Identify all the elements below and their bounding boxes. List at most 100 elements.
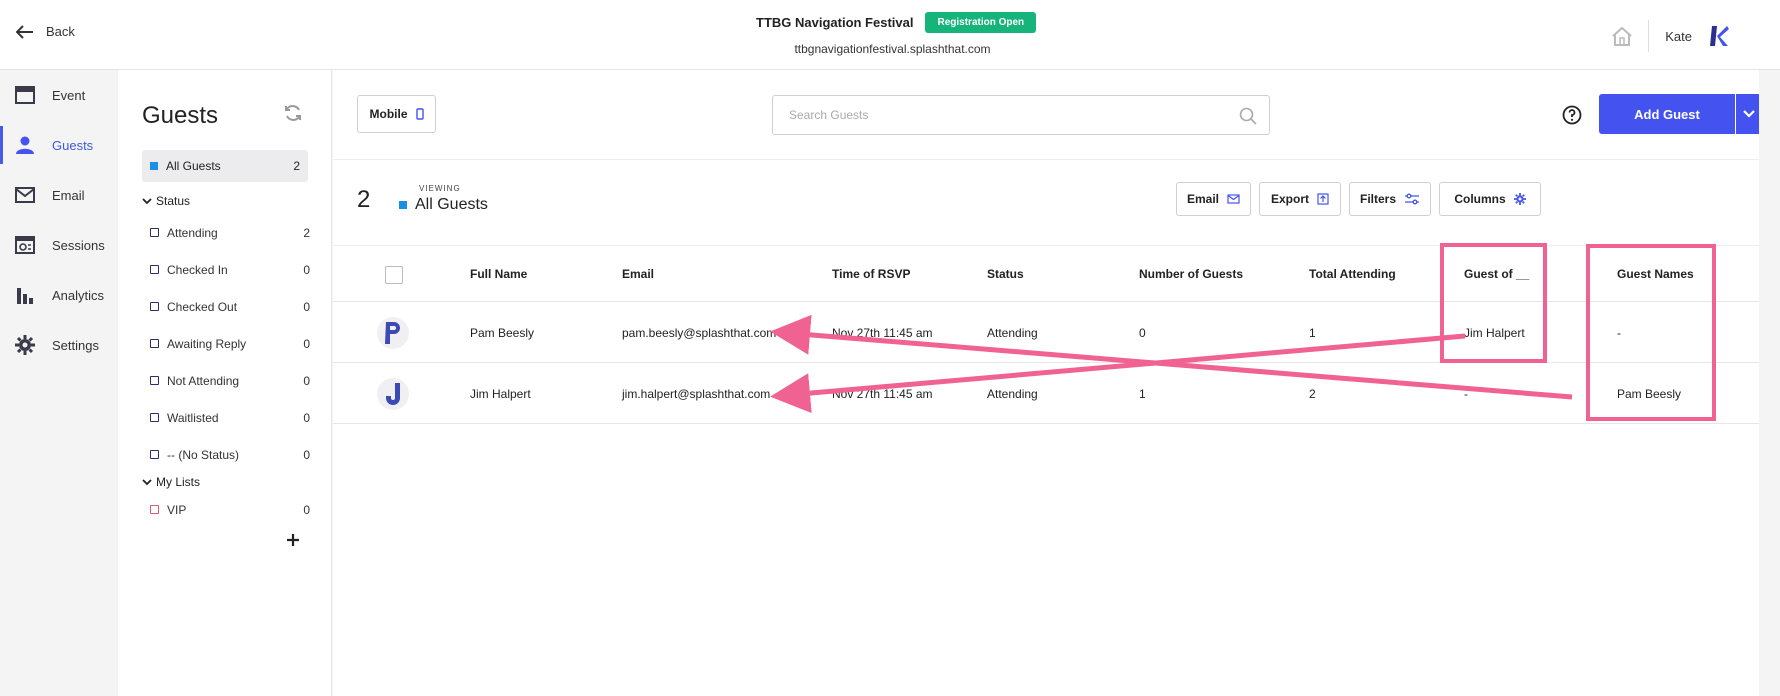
- filters-button[interactable]: Filters: [1349, 182, 1431, 216]
- cell-status: Attending: [987, 326, 1038, 340]
- cell-rsvp-time: Nov 27th 11:45 am: [832, 326, 933, 340]
- status-checkbox[interactable]: [150, 413, 159, 422]
- my-lists-section-toggle[interactable]: My Lists: [142, 475, 200, 489]
- sidebar-item-label: Checked In: [167, 262, 228, 277]
- cell-number-of-guests: 0: [1139, 326, 1146, 340]
- sidebar-item-checked-out[interactable]: Checked Out 0: [150, 288, 310, 325]
- select-all-checkbox[interactable]: [385, 266, 403, 284]
- email-button[interactable]: Email: [1176, 182, 1251, 216]
- sidebar-item-awaiting-reply[interactable]: Awaiting Reply 0: [150, 325, 310, 362]
- status-badge[interactable]: Registration Open: [925, 12, 1037, 33]
- column-header-time-of-rsvp[interactable]: Time of RSVP: [832, 247, 910, 302]
- sidebar-item-count: 0: [303, 262, 310, 277]
- sidebar-item-vip[interactable]: VIP 0: [150, 491, 310, 528]
- status-checkbox[interactable]: [150, 339, 159, 348]
- nav-item-analytics[interactable]: Analytics: [0, 270, 118, 320]
- sidebar-item-label: Checked Out: [167, 299, 238, 314]
- sidebar-item-label: -- (No Status): [167, 447, 240, 462]
- phone-icon: [415, 108, 424, 120]
- event-url[interactable]: ttbgnavigationfestival.splashthat.com: [0, 42, 1780, 56]
- status-checkbox[interactable]: [150, 265, 159, 274]
- sidebar-item-all-guests[interactable]: All Guests 2: [142, 150, 308, 182]
- add-guest-button[interactable]: Add Guest: [1599, 94, 1735, 134]
- column-header-guest-of[interactable]: Guest of __: [1464, 247, 1529, 302]
- status-checkbox[interactable]: [150, 302, 159, 311]
- avatar-letter-j-icon: [386, 383, 400, 405]
- search-icon[interactable]: [1239, 107, 1257, 125]
- table-row[interactable]: Jim Halpert jim.halpert@splashthat.com N…: [333, 364, 1759, 424]
- button-label: Email: [1186, 192, 1219, 206]
- envelope-icon: [14, 187, 36, 203]
- cell-guest-names: -: [1617, 326, 1621, 340]
- column-header-email[interactable]: Email: [622, 247, 654, 302]
- list-checkbox[interactable]: [150, 505, 159, 514]
- home-icon[interactable]: [1610, 25, 1648, 47]
- sidebar-item-count: 2: [293, 159, 300, 173]
- mobile-button[interactable]: Mobile: [357, 95, 436, 133]
- nav-item-guests[interactable]: Guests: [0, 120, 118, 170]
- column-header-number-of-guests[interactable]: Number of Guests: [1139, 247, 1243, 302]
- sidebar-item-count: 0: [303, 299, 310, 314]
- person-icon: [14, 136, 36, 154]
- search-input[interactable]: [773, 96, 1213, 134]
- main-content: Mobile Add Guest 2 VIEWING All Guests Em…: [333, 70, 1762, 696]
- nav-item-email[interactable]: Email: [0, 170, 118, 220]
- cell-guest-of: -: [1464, 387, 1468, 401]
- status-section-toggle[interactable]: Status: [142, 194, 190, 208]
- table-row[interactable]: Pam Beesly pam.beesly@splashthat.com Nov…: [333, 303, 1759, 363]
- sidebar-item-label: Waitlisted: [167, 410, 219, 425]
- sidebar-item-label: Not Attending: [167, 373, 240, 388]
- sidebar-item-count: 2: [303, 225, 310, 240]
- status-checkbox[interactable]: [150, 228, 159, 237]
- cell-status: Attending: [987, 387, 1038, 401]
- cell-number-of-guests: 1: [1139, 387, 1146, 401]
- sidebar-item-checked-in[interactable]: Checked In 0: [150, 251, 310, 288]
- section-label: Status: [156, 194, 191, 208]
- right-gutter: [1759, 70, 1780, 696]
- avatar[interactable]: [377, 317, 409, 349]
- button-label: Export: [1270, 192, 1309, 206]
- export-button[interactable]: Export: [1259, 182, 1341, 216]
- help-icon[interactable]: [1562, 105, 1582, 125]
- sidebar-item-count: 0: [303, 447, 310, 462]
- nav-item-event[interactable]: Event: [0, 70, 118, 120]
- status-list: Attending 2 Checked In 0 Checked Out 0 Awai…: [150, 214, 310, 473]
- add-list-icon[interactable]: [286, 533, 300, 547]
- cell-email: jim.halpert@splashthat.com: [622, 387, 771, 401]
- nav-label: Settings: [52, 337, 99, 353]
- bar-chart-icon: [14, 286, 36, 304]
- column-header-status[interactable]: Status: [987, 247, 1024, 302]
- cell-guest-of: Jim Halpert: [1464, 326, 1525, 340]
- chevron-down-icon: [142, 479, 152, 486]
- user-name[interactable]: Kate: [1649, 29, 1708, 44]
- avatar[interactable]: [377, 378, 409, 410]
- refresh-icon[interactable]: [284, 104, 302, 122]
- table-header: Full Name Email Time of RSVP Status Numb…: [333, 247, 1759, 302]
- sidebar-item-no-status[interactable]: -- (No Status) 0: [150, 436, 310, 473]
- cell-guest-names: Pam Beesly: [1617, 387, 1682, 401]
- logo-icon: [1708, 24, 1730, 48]
- sidebar-item-attending[interactable]: Attending 2: [150, 214, 310, 251]
- columns-button[interactable]: Columns: [1439, 182, 1541, 216]
- nav-item-settings[interactable]: Settings: [0, 320, 118, 370]
- back-button[interactable]: Back: [16, 24, 75, 39]
- sidebar-item-count: 0: [303, 336, 310, 351]
- status-checkbox[interactable]: [150, 376, 159, 385]
- calendar-icon: [14, 86, 36, 104]
- column-header-total-attending[interactable]: Total Attending: [1309, 247, 1396, 302]
- column-header-full-name[interactable]: Full Name: [470, 247, 527, 302]
- cell-rsvp-time: Nov 27th 11:45 am: [832, 387, 933, 401]
- nav-item-sessions[interactable]: Sessions: [0, 220, 118, 270]
- upload-icon: [1317, 193, 1329, 205]
- current-view: All Guests: [399, 196, 488, 214]
- sidebar-item-count: 0: [303, 410, 310, 425]
- status-checkbox[interactable]: [150, 450, 159, 459]
- list-color-swatch: [399, 201, 407, 209]
- arrow-left-icon: [16, 24, 33, 39]
- toolbar: Mobile Add Guest: [333, 70, 1762, 160]
- sidebar-item-not-attending[interactable]: Not Attending 0: [150, 362, 310, 399]
- sidebar-item-waitlisted[interactable]: Waitlisted 0: [150, 399, 310, 436]
- guest-count: 2: [357, 186, 371, 213]
- gear-icon: [14, 335, 36, 355]
- column-header-guest-names[interactable]: Guest Names: [1617, 247, 1694, 302]
